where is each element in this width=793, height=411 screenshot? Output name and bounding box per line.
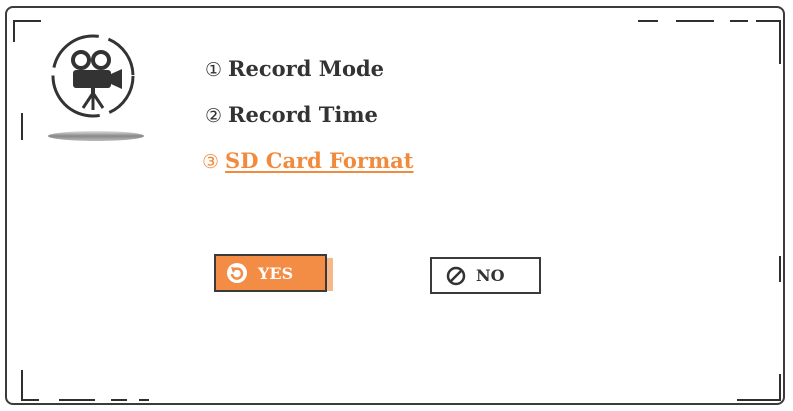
- video-camera-icon: [47, 32, 139, 120]
- yes-button-shadow: [327, 258, 333, 291]
- menu-item-label: Record Mode: [228, 56, 385, 81]
- menu-item-record-time[interactable]: ② Record Time: [205, 102, 378, 127]
- icon-shadow: [46, 128, 150, 144]
- menu-item-number: ③: [202, 151, 220, 173]
- yes-button[interactable]: YES: [214, 254, 327, 292]
- menu-item-record-mode[interactable]: ① Record Mode: [205, 56, 384, 81]
- menu-item-number: ①: [205, 59, 223, 81]
- menu-item-sd-card-format[interactable]: ③ SD Card Format: [202, 148, 413, 173]
- menu-item-label: Record Time: [228, 102, 378, 127]
- no-label: NO: [476, 266, 505, 285]
- yes-label: YES: [258, 263, 294, 283]
- refresh-icon: [226, 262, 248, 284]
- menu-item-label: SD Card Format: [225, 148, 414, 173]
- menu-item-number: ②: [205, 105, 223, 127]
- no-button[interactable]: NO: [430, 257, 541, 294]
- cancel-icon: [446, 266, 466, 286]
